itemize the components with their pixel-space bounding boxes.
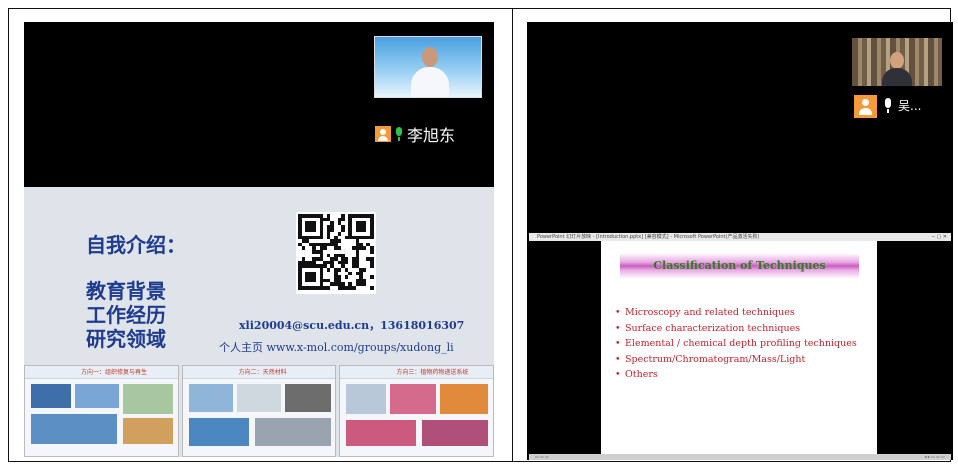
left-meeting-window: 李旭东 自我介绍： 教育背景 工作经历 研究领域 xli20004@scu.ed… <box>24 22 494 457</box>
window-controls[interactable]: ─ ▢ ✕ <box>932 233 947 241</box>
speaker-video-thumbnail[interactable] <box>374 36 482 98</box>
qr-code-image <box>296 212 376 294</box>
ppt-title-bar: PowerPoint 幻灯片放映 - [Introduction.pptx] [… <box>529 233 951 241</box>
bullet-dot: • <box>615 307 621 318</box>
bullet-dot: • <box>615 338 621 349</box>
speaker-head <box>422 47 438 67</box>
figure-block <box>346 384 387 414</box>
view-controls[interactable]: ◂ ▸ ▭ ▭ ▭ <box>925 454 945 460</box>
figure-block <box>75 384 119 408</box>
figure-block <box>31 414 117 444</box>
slide-topic-list: 教育背景 工作经历 研究领域 <box>86 279 166 351</box>
figure-block <box>284 384 331 412</box>
bullet-dot: • <box>615 353 621 365</box>
user-avatar-icon <box>854 95 877 118</box>
homepage-url: 个人主页 www.x-mol.com/groups/xudong_li <box>219 341 454 354</box>
speaker-body <box>411 67 449 97</box>
bullet-text: Surface characterization techniques <box>625 322 801 334</box>
figure-block <box>390 384 437 414</box>
contact-info: xli20004@scu.edu.cn，13618016307 <box>239 319 465 332</box>
bullet-text: Elemental / chemical depth profiling tec… <box>625 338 857 349</box>
bullet-item: • Spectrum/Chromatogram/Mass/Light <box>615 352 857 368</box>
user-avatar-icon <box>375 126 391 142</box>
thumbnail-title: 方向二：天然材料 <box>238 369 287 376</box>
figure-block <box>440 384 489 414</box>
ppt-window-title: PowerPoint 幻灯片放映 - [Introduction.pptx] [… <box>537 234 760 240</box>
slide-heading: 自我介绍： <box>86 233 186 257</box>
panel-divider <box>512 8 513 462</box>
thumbnail-title: 方向三：植物药物递送系统 <box>396 369 469 376</box>
bullet-item: • Others <box>615 367 857 383</box>
status-left: ▭ ▭ ▭ <box>535 454 549 459</box>
shared-slide-intro: 自我介绍： 教育背景 工作经历 研究领域 xli20004@scu.edu.cn… <box>24 187 494 457</box>
figure-block <box>236 384 281 412</box>
slide-title: Classification of Techniques <box>620 253 859 279</box>
speaker-name: 李旭东 <box>407 126 456 145</box>
research-thumbnail-strip: 方向一：组织修复与再生 方向二：天然材料 方向三：植物药物递送系统 <box>24 365 494 457</box>
research-thumbnail: 方向一：组织修复与再生 <box>24 365 179 457</box>
thumbnail-title: 方向一：组织修复与再生 <box>81 369 148 376</box>
bullet-dot: • <box>615 369 621 380</box>
bullet-dot: • <box>615 322 621 334</box>
figure-block <box>346 420 417 446</box>
bullet-text: Spectrum/Chromatogram/Mass/Light <box>625 353 806 365</box>
bullet-item: • Elemental / chemical depth profiling te… <box>615 336 857 352</box>
microphone-icon <box>395 127 403 141</box>
microphone-icon <box>884 98 892 113</box>
ppt-status-bar: ▭ ▭ ▭ ◂ ▸ ▭ ▭ ▭ <box>529 454 951 460</box>
figure-block <box>188 384 233 412</box>
figure-block <box>422 420 489 446</box>
figure-block <box>188 418 249 446</box>
participant-video-thumbnail[interactable] <box>852 38 942 86</box>
bullet-list: • Microscopy and related techniques • Surf… <box>615 305 857 383</box>
topic-line: 工作经历 <box>86 303 166 327</box>
bullet-text: Others <box>625 369 658 380</box>
bullet-text: Microscopy and related techniques <box>625 307 795 318</box>
right-meeting-window: 吴... PowerPoint 幻灯片放映 - [Introduction.pp… <box>527 22 953 460</box>
research-thumbnail: 方向三：植物药物递送系统 <box>339 365 494 457</box>
bullet-item: • Surface characterization techniques <box>615 321 857 337</box>
figure-block <box>123 418 173 444</box>
research-thumbnail: 方向二：天然材料 <box>181 365 337 457</box>
slide-stage: Classification of Techniques • Microscopy… <box>529 241 951 454</box>
bullet-item: • Microscopy and related techniques <box>615 305 857 321</box>
figure-block <box>123 384 173 414</box>
topic-line: 研究领域 <box>86 327 166 351</box>
speaker-name-tag: 李旭东 <box>375 122 455 146</box>
participant-head <box>890 52 904 69</box>
figure-block <box>254 418 331 446</box>
slide-page: Classification of Techniques • Microscopy… <box>601 241 877 454</box>
topic-line: 教育背景 <box>86 279 166 303</box>
figure-block <box>31 384 71 408</box>
participant-name: 吴... <box>898 99 922 113</box>
powerpoint-window: PowerPoint 幻灯片放映 - [Introduction.pptx] [… <box>529 233 951 460</box>
